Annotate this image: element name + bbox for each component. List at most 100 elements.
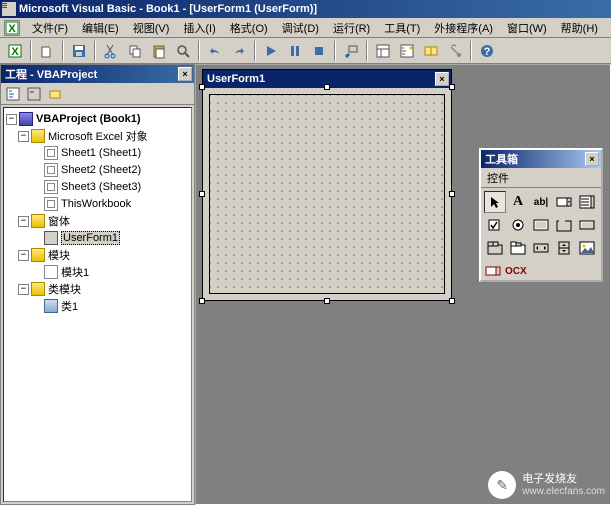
tree-collapse-icon[interactable]: − bbox=[18, 250, 29, 261]
form-designer-close-button[interactable]: × bbox=[435, 72, 449, 86]
tree-label[interactable]: ThisWorkbook bbox=[61, 198, 131, 210]
watermark-name: 电子发烧友 bbox=[522, 473, 577, 485]
tree-label[interactable]: 类模块 bbox=[48, 281, 81, 297]
toolbox-button[interactable] bbox=[444, 40, 466, 62]
tree-label[interactable]: Microsoft Excel 对象 bbox=[48, 128, 148, 144]
copy-button[interactable] bbox=[124, 40, 146, 62]
tool-spinbutton[interactable] bbox=[553, 237, 575, 259]
tree-collapse-icon[interactable]: − bbox=[6, 114, 17, 125]
menu-help[interactable]: 帮助(H) bbox=[555, 19, 604, 37]
cut-button[interactable] bbox=[100, 40, 122, 62]
design-mode-button[interactable] bbox=[340, 40, 362, 62]
tool-togglebutton[interactable] bbox=[530, 214, 552, 236]
view-object-button[interactable] bbox=[24, 85, 44, 103]
tool-tabstrip[interactable] bbox=[484, 237, 506, 259]
menu-edit[interactable]: 编辑(E) bbox=[76, 19, 125, 37]
tool-commandbutton[interactable] bbox=[576, 214, 598, 236]
menu-format[interactable]: 格式(O) bbox=[224, 19, 274, 37]
tree-collapse-icon[interactable]: − bbox=[18, 131, 29, 142]
tool-frame[interactable] bbox=[553, 214, 575, 236]
tree-folder-modules[interactable]: − 模块 bbox=[6, 247, 189, 263]
menu-file[interactable]: 文件(F) bbox=[26, 19, 74, 37]
resize-handle[interactable] bbox=[199, 191, 205, 197]
tool-combobox[interactable] bbox=[553, 191, 575, 213]
tree-label[interactable]: 模块 bbox=[48, 247, 70, 263]
userform-icon bbox=[44, 231, 58, 245]
insert-button[interactable] bbox=[36, 40, 58, 62]
tree-label[interactable]: UserForm1 bbox=[61, 231, 120, 245]
project-panel-close-button[interactable]: × bbox=[178, 67, 192, 81]
userform-canvas[interactable] bbox=[209, 94, 445, 294]
toolbar-separator bbox=[254, 41, 256, 61]
toolbox-close-button[interactable]: × bbox=[585, 152, 599, 166]
menu-addins[interactable]: 外接程序(A) bbox=[428, 19, 499, 37]
menu-debug[interactable]: 调试(D) bbox=[276, 19, 325, 37]
tree-label[interactable]: 类1 bbox=[61, 298, 78, 314]
project-icon bbox=[19, 112, 33, 126]
save-button[interactable] bbox=[68, 40, 90, 62]
redo-button[interactable] bbox=[228, 40, 250, 62]
tree-folder-class-modules[interactable]: − 类模块 bbox=[6, 281, 189, 297]
view-excel-button[interactable]: X bbox=[4, 40, 26, 62]
tree-label[interactable]: Sheet1 (Sheet1) bbox=[61, 147, 141, 159]
tool-label[interactable]: A bbox=[507, 191, 529, 213]
tree-folder-excel-objects[interactable]: − Microsoft Excel 对象 bbox=[6, 128, 189, 144]
tool-checkbox[interactable] bbox=[484, 214, 506, 236]
tree-label[interactable]: 模块1 bbox=[61, 264, 89, 280]
tree-label[interactable]: Sheet3 (Sheet3) bbox=[61, 181, 141, 193]
tool-scrollbar[interactable] bbox=[530, 237, 552, 259]
menu-tools[interactable]: 工具(T) bbox=[378, 19, 426, 37]
tree-thisworkbook[interactable]: ThisWorkbook bbox=[6, 196, 189, 212]
properties-button[interactable] bbox=[396, 40, 418, 62]
project-tree[interactable]: − VBAProject (Book1) − Microsoft Excel 对… bbox=[3, 107, 192, 502]
tree-label[interactable]: Sheet2 (Sheet2) bbox=[61, 164, 141, 176]
tree-label[interactable]: 窗体 bbox=[48, 213, 70, 229]
resize-handle[interactable] bbox=[199, 298, 205, 304]
tool-optionbutton[interactable] bbox=[507, 214, 529, 236]
resize-handle[interactable] bbox=[199, 84, 205, 90]
run-button[interactable] bbox=[260, 40, 282, 62]
tree-module1[interactable]: 模块1 bbox=[6, 264, 189, 280]
find-button[interactable] bbox=[172, 40, 194, 62]
excel-icon[interactable]: X bbox=[4, 20, 20, 36]
tool-pointer[interactable] bbox=[484, 191, 506, 213]
resize-handle[interactable] bbox=[324, 298, 330, 304]
tool-textbox[interactable]: ab| bbox=[530, 191, 552, 213]
menu-run[interactable]: 运行(R) bbox=[327, 19, 376, 37]
menu-view[interactable]: 视图(V) bbox=[127, 19, 176, 37]
tree-collapse-icon[interactable]: − bbox=[18, 284, 29, 295]
resize-handle[interactable] bbox=[449, 84, 455, 90]
toolbox-window[interactable]: 工具箱 × 控件 A ab| OCX bbox=[479, 148, 603, 282]
tree-sheet2[interactable]: Sheet2 (Sheet2) bbox=[6, 162, 189, 178]
help-button[interactable]: ? bbox=[476, 40, 498, 62]
project-explorer-button[interactable] bbox=[372, 40, 394, 62]
toggle-folders-button[interactable] bbox=[45, 85, 65, 103]
tree-label[interactable]: VBAProject (Book1) bbox=[36, 113, 141, 125]
resize-handle[interactable] bbox=[449, 298, 455, 304]
undo-button[interactable] bbox=[204, 40, 226, 62]
folder-icon bbox=[31, 129, 45, 143]
menu-insert[interactable]: 插入(I) bbox=[177, 19, 221, 37]
menu-window[interactable]: 窗口(W) bbox=[501, 19, 553, 37]
form-designer-window[interactable]: UserForm1 × bbox=[202, 69, 452, 301]
tree-folder-forms[interactable]: − 窗体 bbox=[6, 213, 189, 229]
tool-image[interactable] bbox=[576, 237, 598, 259]
tree-root[interactable]: − VBAProject (Book1) bbox=[6, 111, 189, 127]
object-browser-button[interactable] bbox=[420, 40, 442, 62]
stop-button[interactable] bbox=[308, 40, 330, 62]
toolbox-tab-controls[interactable]: 控件 bbox=[481, 168, 601, 188]
tree-userform1[interactable]: UserForm1 bbox=[6, 230, 189, 246]
tree-sheet3[interactable]: Sheet3 (Sheet3) bbox=[6, 179, 189, 195]
toolbox-titlebar[interactable]: 工具箱 × bbox=[481, 150, 601, 168]
resize-handle[interactable] bbox=[449, 191, 455, 197]
tree-collapse-icon[interactable]: − bbox=[18, 216, 29, 227]
tree-sheet1[interactable]: Sheet1 (Sheet1) bbox=[6, 145, 189, 161]
toolbox-ocx-row[interactable]: OCX bbox=[481, 262, 601, 280]
tool-listbox[interactable] bbox=[576, 191, 598, 213]
view-code-button[interactable] bbox=[3, 85, 23, 103]
break-button[interactable] bbox=[284, 40, 306, 62]
tool-multipage[interactable] bbox=[507, 237, 529, 259]
tree-class1[interactable]: 类1 bbox=[6, 298, 189, 314]
paste-button[interactable] bbox=[148, 40, 170, 62]
resize-handle[interactable] bbox=[324, 84, 330, 90]
